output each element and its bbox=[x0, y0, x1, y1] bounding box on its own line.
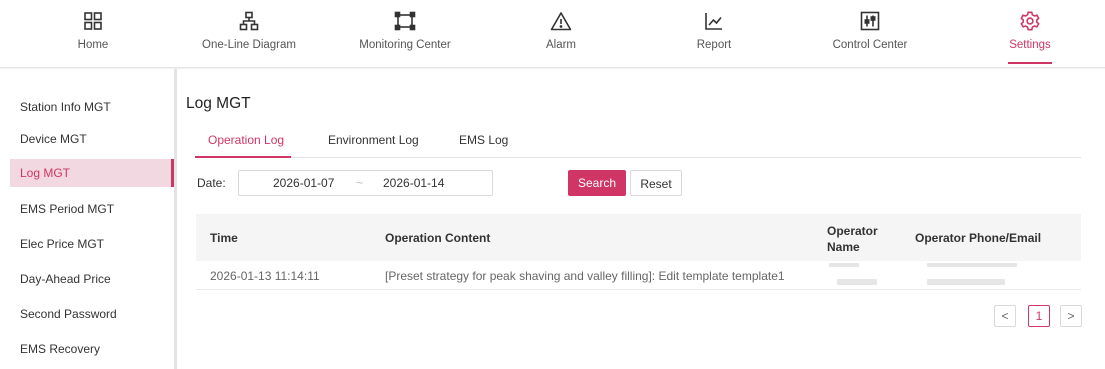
hierarchy-icon bbox=[239, 10, 259, 32]
sidebar-item-day-ahead-price[interactable]: Day-Ahead Price bbox=[10, 265, 172, 293]
nav-control-center[interactable]: Control Center bbox=[805, 0, 935, 68]
grid-icon bbox=[83, 10, 103, 32]
sidebar-item-log[interactable]: Log MGT bbox=[10, 159, 174, 187]
search-button[interactable]: Search bbox=[568, 170, 626, 196]
nav-alarm-label: Alarm bbox=[545, 39, 577, 51]
tab-ems-log[interactable]: EMS Log bbox=[459, 133, 508, 147]
log-table: Time Operation Content Operator Name Ope… bbox=[196, 214, 1081, 290]
nav-home-label: Home bbox=[77, 39, 109, 51]
table-row[interactable]: 2026-01-13 11:14:11 [Preset strategy for… bbox=[196, 261, 1081, 290]
sidebar-item-device[interactable]: Device MGT bbox=[10, 125, 172, 153]
line-chart-icon bbox=[704, 10, 724, 32]
sidebar-item-ems-recovery[interactable]: EMS Recovery bbox=[10, 335, 172, 363]
prev-page-button[interactable]: < bbox=[994, 305, 1016, 327]
page-title: Log MGT bbox=[186, 95, 251, 112]
gear-icon bbox=[1019, 10, 1041, 32]
nav-home[interactable]: Home bbox=[28, 0, 158, 68]
nav-alarm[interactable]: Alarm bbox=[496, 0, 626, 68]
sliders-icon bbox=[860, 10, 880, 32]
sidebar-item-second-password[interactable]: Second Password bbox=[10, 300, 172, 328]
header-operation-content: Operation Content bbox=[385, 231, 491, 245]
table-header: Time Operation Content Operator Name Ope… bbox=[196, 214, 1081, 261]
tab-operation-log[interactable]: Operation Log bbox=[208, 133, 284, 147]
cell-time: 2026-01-13 11:14:11 bbox=[210, 269, 320, 283]
nav-report[interactable]: Report bbox=[649, 0, 779, 68]
date-range-picker[interactable]: ~ bbox=[238, 170, 493, 196]
nav-monitoring-center[interactable]: Monitoring Center bbox=[340, 0, 470, 68]
main-panel: Log MGT Operation Log Environment Log EM… bbox=[177, 69, 1105, 369]
warning-icon bbox=[550, 10, 572, 32]
nav-active-indicator bbox=[1008, 62, 1052, 64]
nav-monitoring-center-label: Monitoring Center bbox=[359, 39, 451, 51]
sidebar-item-elec-price[interactable]: Elec Price MGT bbox=[10, 230, 172, 258]
nav-one-line-diagram-label: One-Line Diagram bbox=[202, 39, 296, 51]
redacted-operator-name bbox=[829, 263, 859, 267]
start-date-input[interactable] bbox=[273, 176, 353, 190]
header-operator-name: Operator Name bbox=[827, 224, 878, 254]
sidebar-item-ems-period[interactable]: EMS Period MGT bbox=[10, 195, 172, 223]
page-1-button[interactable]: 1 bbox=[1028, 305, 1050, 327]
next-page-button[interactable]: > bbox=[1060, 305, 1082, 327]
reset-button[interactable]: Reset bbox=[630, 170, 682, 196]
header-time: Time bbox=[210, 231, 238, 245]
top-navigation: Home One-Line Diagram Monitoring Center bbox=[0, 0, 1105, 68]
cell-operation-content: [Preset strategy for peak shaving and va… bbox=[385, 269, 785, 283]
date-separator: ~ bbox=[356, 176, 364, 190]
nav-settings-label: Settings bbox=[1009, 39, 1051, 51]
sidebar: Station Info MGT Device MGT Log MGT EMS … bbox=[0, 69, 174, 369]
nav-one-line-diagram[interactable]: One-Line Diagram bbox=[184, 0, 314, 68]
redacted-operator-contact-2 bbox=[927, 279, 1005, 285]
tab-environment-log[interactable]: Environment Log bbox=[328, 133, 419, 147]
sidebar-item-station-info[interactable]: Station Info MGT bbox=[10, 93, 172, 121]
log-tabs: Operation Log Environment Log EMS Log bbox=[195, 129, 1081, 158]
header-operator-phone-email: Operator Phone/Email bbox=[915, 231, 1042, 245]
nav-report-label: Report bbox=[696, 39, 732, 51]
nav-settings[interactable]: Settings bbox=[965, 0, 1095, 68]
tab-active-indicator bbox=[195, 156, 291, 158]
redacted-operator-name-2 bbox=[837, 279, 877, 285]
nav-control-center-label: Control Center bbox=[832, 39, 908, 51]
end-date-input[interactable] bbox=[383, 176, 463, 190]
monitor-frame-icon bbox=[394, 10, 416, 32]
date-label: Date: bbox=[197, 176, 226, 190]
redacted-operator-contact bbox=[927, 263, 1017, 267]
